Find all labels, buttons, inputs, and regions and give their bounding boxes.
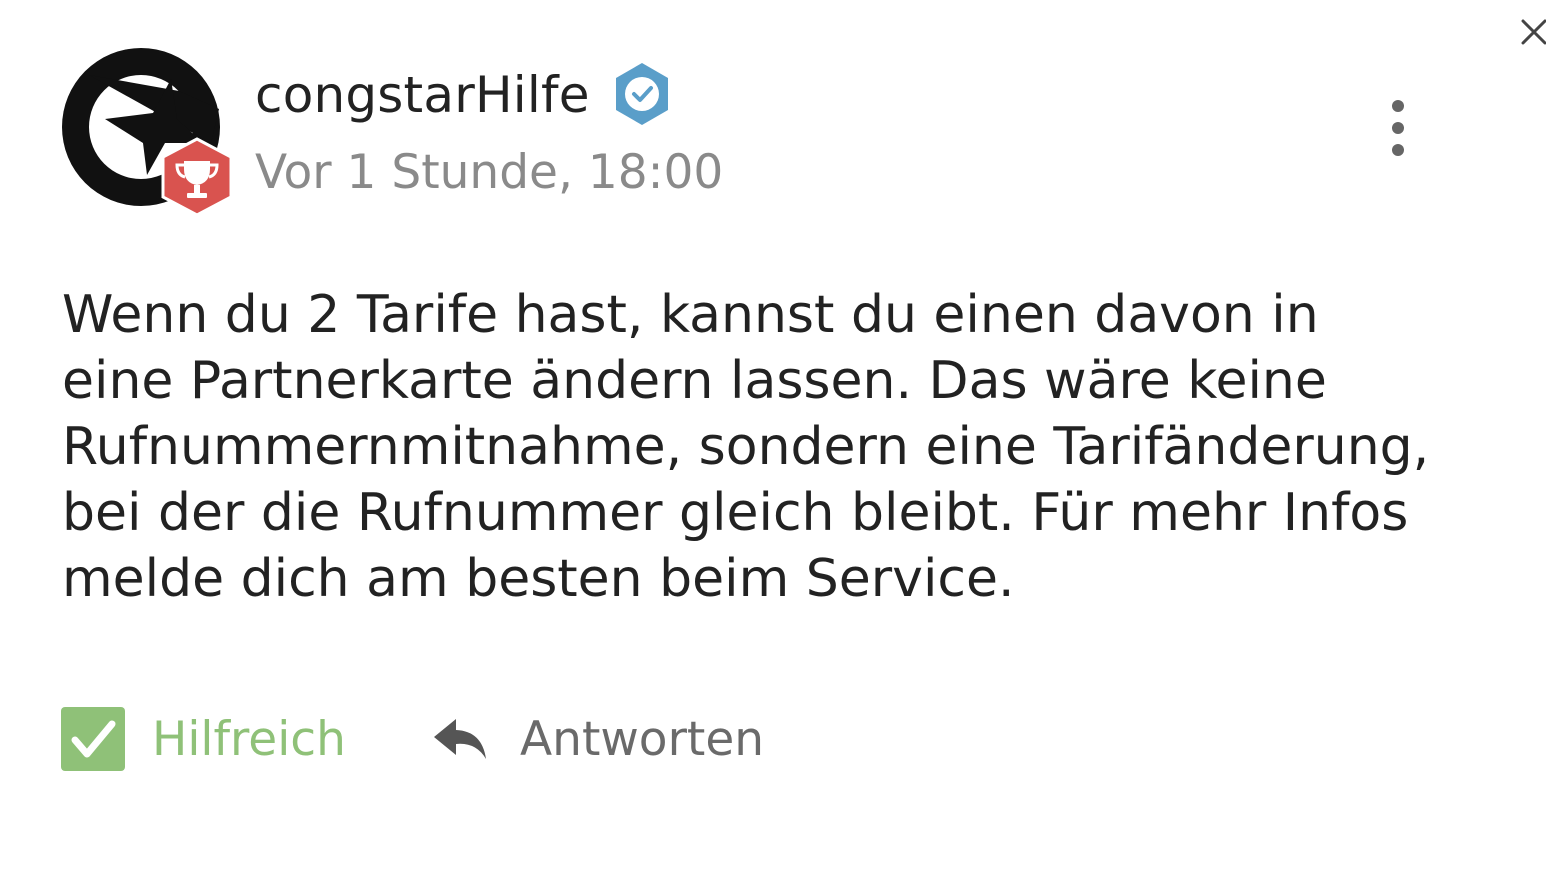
helpful-button[interactable]: Hilfreich — [60, 704, 346, 774]
verified-badge-icon — [616, 63, 668, 125]
avatar[interactable] — [61, 47, 233, 217]
post-body-line: eine Partnerkarte ändern lassen. Das wär… — [62, 351, 1327, 411]
close-button[interactable] — [1516, 14, 1546, 50]
username[interactable]: congstarHilfe — [255, 62, 590, 128]
reply-button[interactable]: Antworten — [432, 704, 764, 774]
close-icon — [1521, 19, 1546, 45]
checkbox-checked-icon — [61, 707, 125, 771]
post-timestamp: Vor 1 Stunde, 18:00 — [255, 145, 724, 200]
post-body: Wenn du 2 Tarife hast, kannst du einen d… — [62, 282, 1442, 612]
post-body-line: melde dich am besten beim Service. — [62, 549, 1015, 609]
trophy-icon — [161, 137, 233, 217]
reply-arrow-icon — [434, 719, 486, 759]
helpful-label: Hilfreich — [152, 711, 346, 767]
post-body-line: Wenn du 2 Tarife hast, kannst du einen d… — [62, 285, 1319, 345]
more-options-button[interactable] — [1376, 96, 1420, 160]
post-body-line: Rufnummernmitnahme, sondern eine Tarifän… — [62, 417, 1430, 477]
more-vertical-icon — [1392, 100, 1404, 156]
post-body-line: bei der die Rufnummer gleich bleibt. Für… — [62, 483, 1409, 543]
reply-label: Antworten — [520, 711, 765, 767]
